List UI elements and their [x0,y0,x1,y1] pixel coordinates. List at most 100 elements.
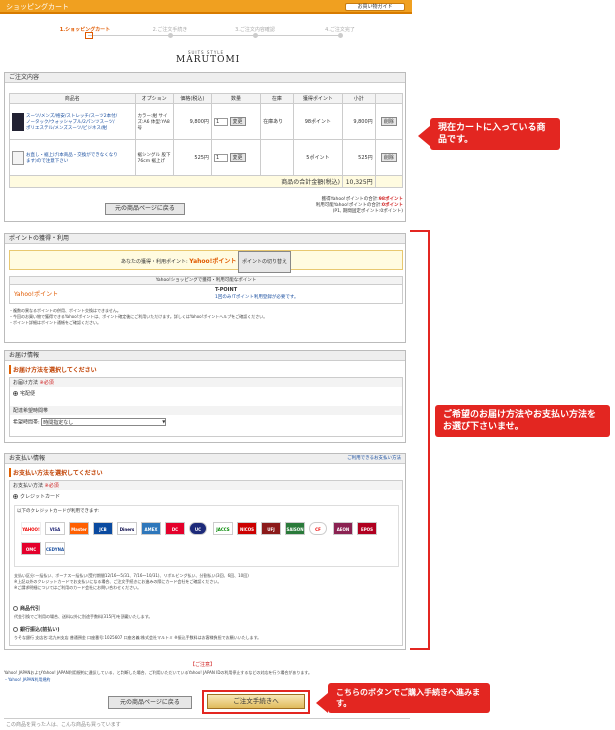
time-value: 時間指定なし [43,420,74,426]
cart-row: お直し・裾上げ(本商品・交換ができなくなります)ので注意下さい 裾シングル 股下… [9,139,404,176]
credit-radio[interactable] [13,494,18,499]
points-earned-value: 98ポイント [378,197,403,202]
item-name-link[interactable]: スーツ/メンズ/格安/ストレッチ/スーツ2本付/ノータック/ウォッシャブル/2パ… [26,113,118,131]
cod-option[interactable]: 商品代引 [13,605,40,612]
shopping-guide-button[interactable]: お買い物ガイド [345,3,405,11]
col-price: 価格(税込) [172,93,212,104]
card-logo: Diners [117,522,137,535]
total-row: 商品の合計金額(税込) 10,325円 [9,175,404,188]
item-subtotal: 525円 [341,139,376,176]
points-available-value: 0ポイント [381,203,403,208]
points-notes: ・複数の異なるポイントの併用、ポイント交換はできません。 ・今回のお買い物で獲得… [9,308,267,326]
cards-note: 以下のクレジットカードが利用できます: [17,509,100,514]
method-row: お届け方法 ※必須 [10,378,402,387]
item-cell: スーツ/メンズ/格安/ストレッチ/スーツ2本付/ノータック/ウォッシャブル/2パ… [9,103,136,140]
yahoo-points-name: Yahoo!ポイント [14,291,59,298]
bank-label: 銀行振込(前払い) [20,627,60,633]
back-to-product-button[interactable]: 元の商品ページに戻る [105,203,185,215]
bank-radio[interactable] [13,627,18,632]
points-bar: あなたの獲得・利用ポイント: Yahoo!ポイント ポイントの切り替え [9,250,403,273]
cart-row: スーツ/メンズ/格安/ストレッチ/スーツ2本付/ノータック/ウォッシャブル/2パ… [9,103,404,140]
payment-instruction: お支払い方法を選択してください [9,468,103,477]
qty-input[interactable]: 1 [213,154,228,162]
item-option: 裾シングル 股下76cm 裾上げ [134,139,174,176]
delivery-radio[interactable] [13,391,18,396]
payment-methods-link[interactable]: ご利用できるお支払い方法 [347,456,401,462]
col-subtotal: 小計 [341,93,376,104]
page-title: ショッピングカート [6,3,69,11]
qty-update-button[interactable]: 変更 [229,153,246,162]
payment-method-row: お支払い方法 ※必須 [10,481,402,490]
step-dot [253,33,258,38]
card-logo: EPOS [357,522,377,535]
item-price: 9,800円 [172,103,212,140]
qty-update-button[interactable]: 変更 [229,117,246,126]
card-logo: DC [165,522,185,535]
card-logo: JACCS [213,522,233,535]
step-confirm: 3.ご注文内容確認 [235,27,275,33]
item-points: 5ポイント [292,139,343,176]
step-order: 2.ご注文手続き [152,27,188,33]
points-available-label: 利用可能Yahoo!ポイントの合計: [315,203,382,208]
cod-note: 代金引換でご利用の場合、送料以外に別途手数料(315円)を頂戴いたします。 [14,614,153,619]
cod-radio[interactable] [13,606,18,611]
delete-cell: 削除 [374,139,404,176]
qty-cell: 1 変更 [210,139,262,176]
bank-option[interactable]: 銀行振込(前払い) [13,626,60,633]
checkout-steps: 1.ショッピングカート 2.ご注文手続き 3.ご注文内容確認 4.ご注文完了 [40,26,390,42]
card-logo: UFJ [261,522,281,535]
item-points: 98ポイント [292,103,343,140]
delete-cell: 削除 [374,103,404,140]
item-thumbnail[interactable] [12,112,24,131]
item-cell: お直し・裾上げ(本商品・交換ができなくなります)ので注意下さい [9,139,136,176]
points-panel: ポイントの獲得・利用 あなたの獲得・利用ポイント: Yahoo!ポイント ポイン… [4,233,406,343]
qty-input[interactable]: 1 [213,118,228,126]
required-mark: ※必須 [44,483,59,489]
callout-method: ご希望のお届け方法やお支払い方法をお選び下さいませ。 [435,405,610,437]
switch-points-button[interactable]: ポイントの切り替え [237,251,291,273]
card-logo: YAHOO! [21,522,41,535]
yahoo-points-option[interactable]: Yahoo!ポイント [14,289,58,298]
delivery-option[interactable]: 宅配便 [10,387,402,400]
logo-text: MARUTOMI [176,55,241,65]
item-price: 525円 [172,139,212,176]
payment-method-label: お支払い方法 [13,483,44,489]
item-name-link[interactable]: お直し・裾上げ(本商品・交換ができなくなります)ので注意下さい [26,152,118,164]
notice-text: Yahoo! JAPANおよびYahoo! JAPAN利用規約に違反している、と… [4,670,313,675]
proceed-button[interactable]: ご注文手続きへ [207,694,305,709]
credit-option[interactable]: クレジットカード [10,490,402,503]
delete-button[interactable]: 削除 [380,117,397,126]
points-earned-label: 獲得Yahoo!ポイントの合計: [321,197,379,202]
time-select[interactable]: 時間指定なし ▼ [41,418,167,426]
card-logo: AMEX [141,522,161,535]
store-logo[interactable]: SUITS STYLE MARUTOMI [176,50,241,65]
payment-box: お支払い方法 ※必須 クレジットカード 以下のクレジットカードが利用できます: … [9,480,403,646]
card-logo: JCB [93,522,113,535]
time-label: 希望時間帯: [13,419,40,426]
delete-button[interactable]: 削除 [380,153,397,162]
points-title: ポイントの獲得・利用 [5,234,405,244]
card-logo: OMC [21,542,41,555]
tpoint-name: T-POINT [215,287,238,293]
callout-cart: 現在カートに入っている商品です。 [430,118,560,150]
col-qty: 数量 [210,93,262,104]
card-note: ※ご請求明細についてはご利用のカード会社にお問い合わせください。 [14,585,142,590]
your-points-label: あなたの獲得・利用ポイント: [121,259,188,265]
points-table-head: Yahoo!ショッピングで獲得・利用可能なポイント [10,277,402,285]
payment-title: お支払い情報 [9,455,46,462]
item-thumbnail[interactable] [12,150,24,165]
col-stock: 在庫 [260,93,294,104]
card-logo: CF [309,522,327,535]
step-dot [338,33,343,38]
total-empty [374,175,404,188]
tpoint-register-link[interactable]: 1回のみ!Tポイント利用登録が必要です。 [215,294,298,300]
card-logo: SAISON [285,522,305,535]
back-to-product-button-bottom[interactable]: 元の商品ページに戻る [108,696,192,709]
card-notes: 支払い区分:一括払い、ボーナス一括払い(受付期間12/16〜5/31、7/16〜… [14,573,399,591]
delivery-box: お届け方法 ※必須 宅配便 配達希望時間帯 希望時間帯: 時間指定なし ▼ [9,377,403,437]
step-dot [168,33,173,38]
terms-link[interactable]: ・Yahoo! JAPAN利用規約 [4,677,50,683]
col-points: 獲得ポイント [292,93,343,104]
steps-line [88,35,338,36]
section-bracket [410,230,430,650]
